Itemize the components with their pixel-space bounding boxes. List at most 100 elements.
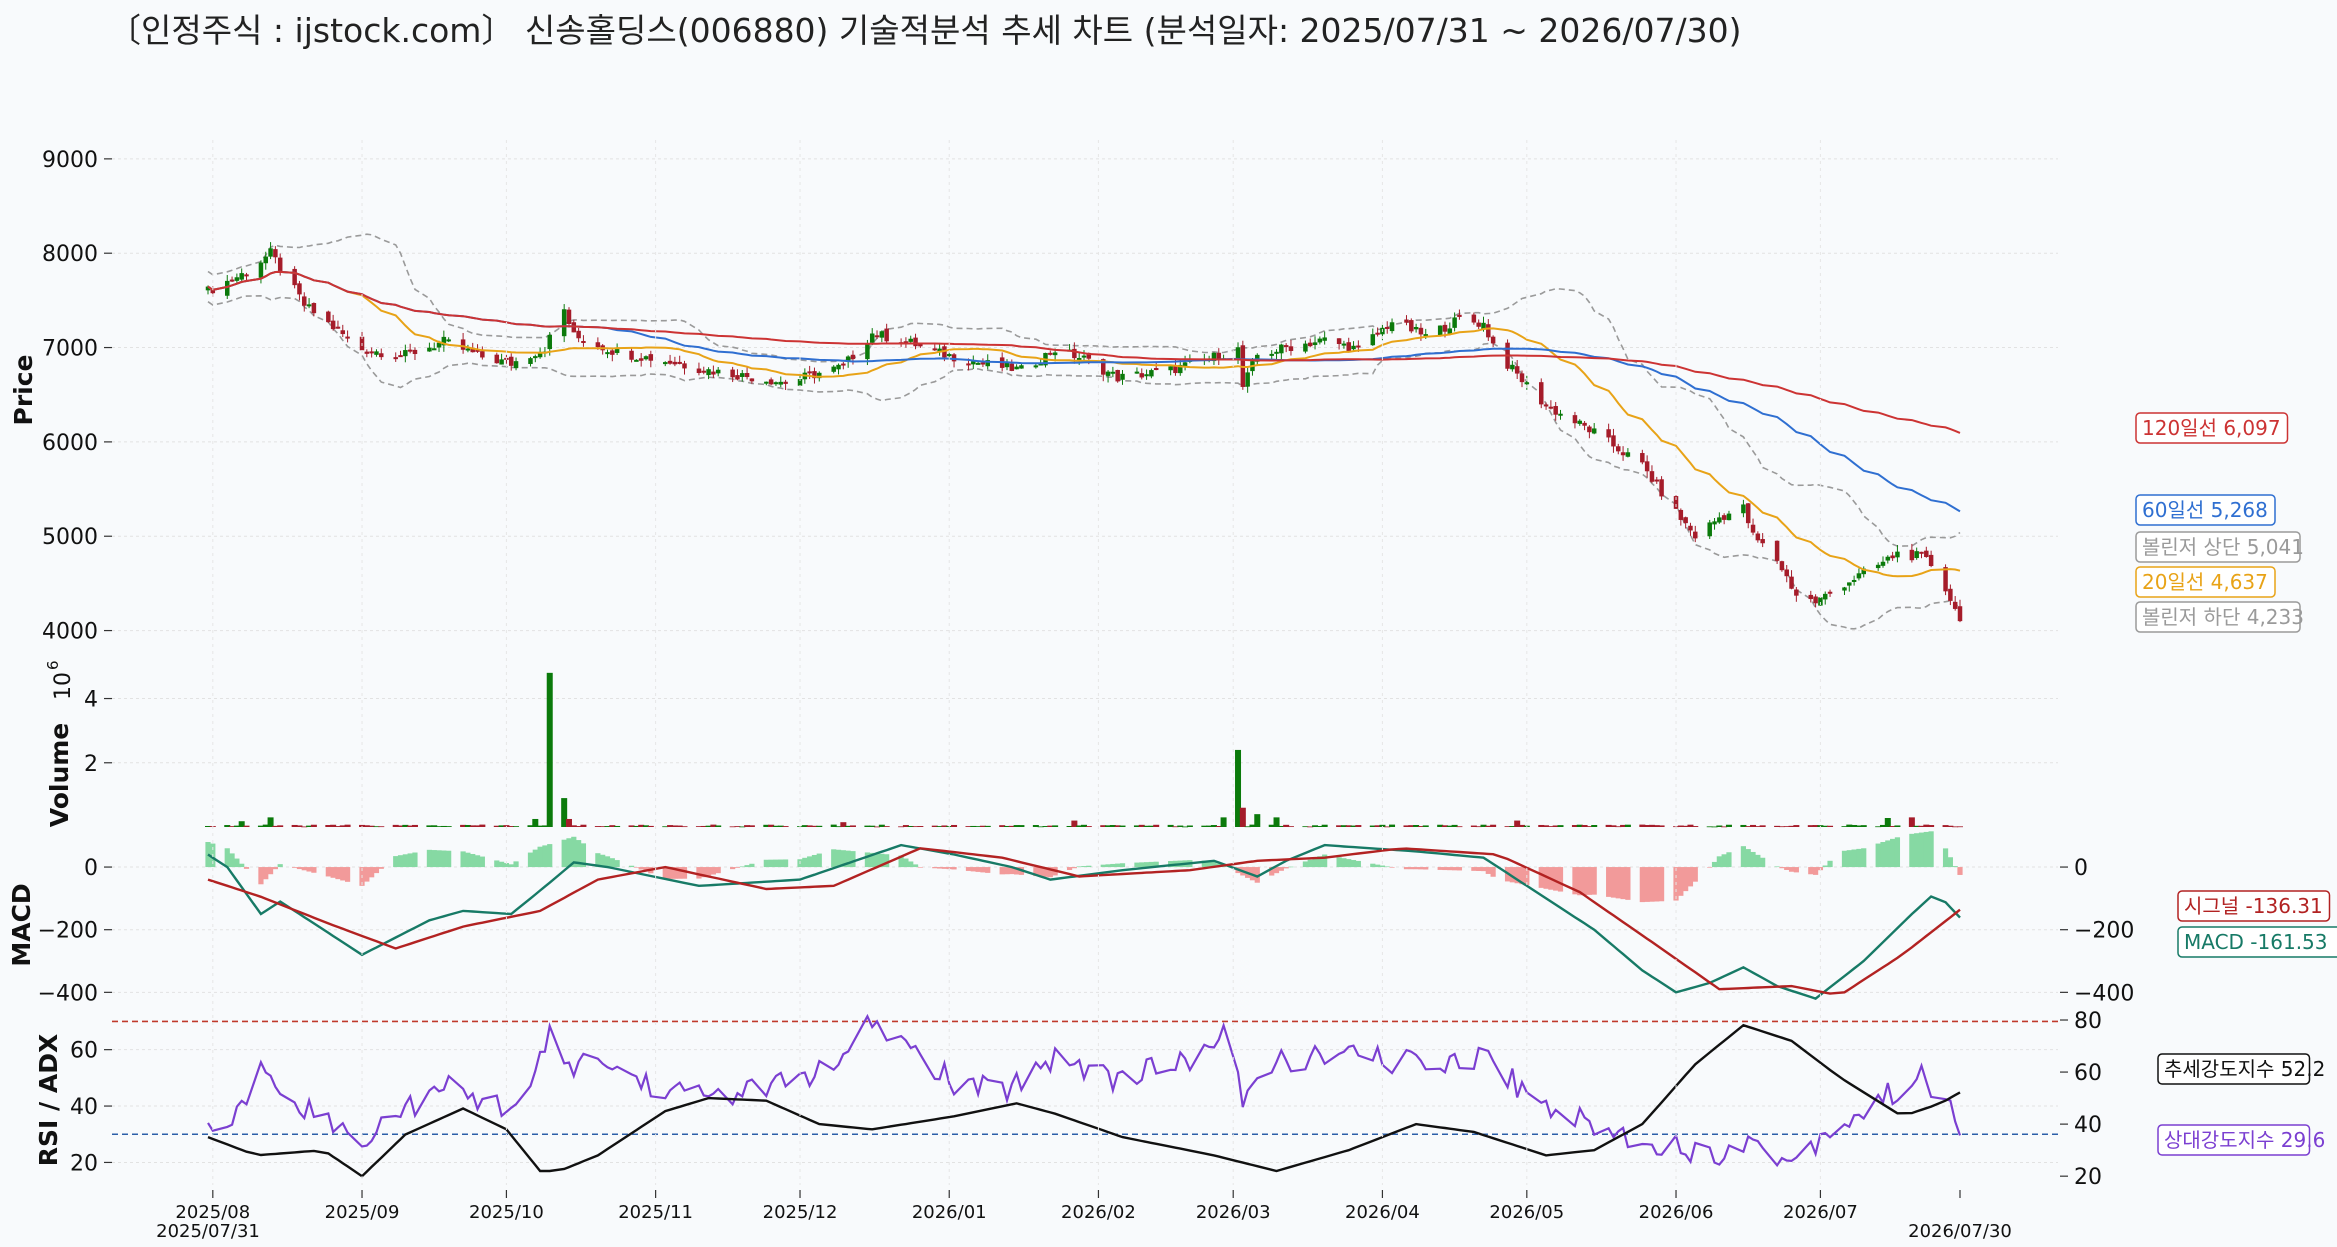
macd-histogram-bar: [243, 867, 250, 869]
candle-body: [1895, 551, 1900, 558]
macd-histogram-bar: [1957, 867, 1963, 875]
volume-exponent-label: 10: [51, 672, 76, 700]
macd-histogram-bar: [614, 860, 620, 868]
macd-histogram-bar: [224, 848, 230, 868]
macd-histogram-bar: [710, 867, 716, 875]
macd-right-tick-label: −200: [2074, 919, 2134, 944]
macd-value-label-text: MACD -161.53: [2184, 930, 2328, 954]
macd-histogram-bar: [1066, 867, 1073, 871]
candle-body: [1611, 435, 1616, 447]
macd-value-label: MACD -161.53: [2177, 926, 2337, 958]
candle-body: [576, 330, 581, 339]
candle-body: [672, 361, 678, 365]
volume-bar: [1591, 825, 1598, 827]
macd-histogram-bar: [1615, 867, 1621, 899]
bollinger-upper-value-label-text: 볼린저 상단 5,041: [2142, 535, 2304, 559]
macd-histogram-bar: [1914, 833, 1920, 868]
candle-body: [1356, 345, 1361, 348]
macd-histogram-bar: [532, 849, 538, 868]
macd-histogram-bar: [499, 861, 505, 868]
macd-histogram-bar: [1283, 867, 1289, 869]
macd-histogram-bar: [542, 845, 548, 868]
macd-histogram-bar: [912, 864, 919, 868]
macd-histogram-bar: [369, 867, 375, 878]
macd-histogram-bar: [364, 867, 370, 882]
candle-body: [1110, 371, 1116, 374]
candle-body: [1683, 517, 1688, 524]
macd-histogram-bar: [1418, 867, 1424, 870]
macd-histogram-bar: [325, 867, 331, 877]
macd-histogram-bar: [831, 849, 837, 868]
ma120-value-label: 120일선 6,097: [2135, 412, 2289, 444]
bollinger-lower-value-label: 볼린저 하단 4,233: [2135, 601, 2304, 633]
candle-body: [634, 359, 639, 362]
candle-body: [513, 361, 519, 369]
bollinger-upper-line: [207, 233, 1961, 547]
macd-histogram-bar: [1288, 866, 1294, 868]
x-tick-label: 2026/01: [912, 1202, 987, 1223]
candle-body: [908, 338, 913, 342]
candle-body: [850, 354, 856, 360]
macd-panel: 0−200−4000−200−400MACD: [7, 831, 2134, 1006]
macd-histogram-bar: [1687, 867, 1694, 887]
macd-histogram-bar: [884, 854, 890, 868]
volume-bar: [1085, 826, 1092, 827]
candle-body: [1885, 556, 1891, 561]
candle-body: [1490, 336, 1496, 344]
macd-histogram-bar: [1004, 867, 1010, 875]
macd-histogram-bar: [1389, 867, 1395, 868]
candle-body: [1842, 587, 1847, 591]
candle-body: [980, 362, 986, 365]
macd-histogram-bar: [811, 854, 818, 868]
candle-body: [369, 351, 374, 354]
volume-bar: [647, 825, 654, 827]
volume-bar: [1239, 807, 1246, 827]
candle-body: [561, 309, 567, 337]
candle-body: [311, 303, 317, 314]
candle-body: [1827, 591, 1833, 594]
candle-body: [1336, 338, 1342, 345]
macd-histogram-bar: [267, 867, 274, 875]
volume-bar: [748, 825, 755, 827]
volume-tick-label: 2: [84, 752, 98, 777]
candle-body: [1750, 524, 1756, 533]
volume-tick-label: 4: [84, 688, 98, 713]
candle-body: [595, 342, 601, 348]
volume-bar: [614, 825, 621, 827]
candle-body: [1288, 346, 1294, 351]
x-tick-label: 2025/12: [763, 1202, 838, 1223]
candle-body: [1784, 569, 1789, 577]
macd-histogram-bar: [1081, 866, 1087, 868]
ma120-line: [207, 270, 1961, 434]
volume-bar: [378, 826, 385, 828]
volume-bar: [1254, 814, 1261, 827]
candle-body: [879, 331, 885, 338]
bollinger-upper-value-label: 볼린저 상단 5,041: [2135, 531, 2304, 563]
candle-body: [494, 354, 500, 364]
candle-body: [480, 351, 485, 358]
x-tick-label: 2026/07: [1783, 1202, 1858, 1223]
candle-body: [1890, 555, 1895, 559]
macd-histogram-bar: [1447, 867, 1453, 871]
macd-histogram-bar: [508, 864, 514, 868]
candle-body: [1312, 342, 1318, 346]
volume-bar: [1456, 826, 1463, 828]
macd-histogram-bar: [1336, 857, 1342, 868]
macd-histogram-bar: [234, 858, 240, 868]
signal-value-label: 시그널 -136.31: [2177, 890, 2331, 922]
candle-body: [446, 339, 451, 342]
candle-body: [663, 362, 668, 365]
volume-bar: [479, 824, 486, 827]
price-tick-label: 4000: [42, 620, 98, 645]
macd-histogram-bar: [1779, 867, 1785, 869]
volume-bar: [1908, 817, 1915, 827]
macd-histogram-bar: [474, 855, 481, 868]
candle-body: [427, 347, 432, 352]
macd-histogram-bar: [566, 838, 572, 868]
candle-body: [1048, 352, 1053, 355]
candle-body: [951, 354, 957, 362]
macd-histogram-bar: [1654, 867, 1660, 902]
macd-histogram-bar: [393, 856, 399, 868]
macd-histogram-bar: [730, 867, 736, 870]
candle-body: [335, 326, 341, 329]
